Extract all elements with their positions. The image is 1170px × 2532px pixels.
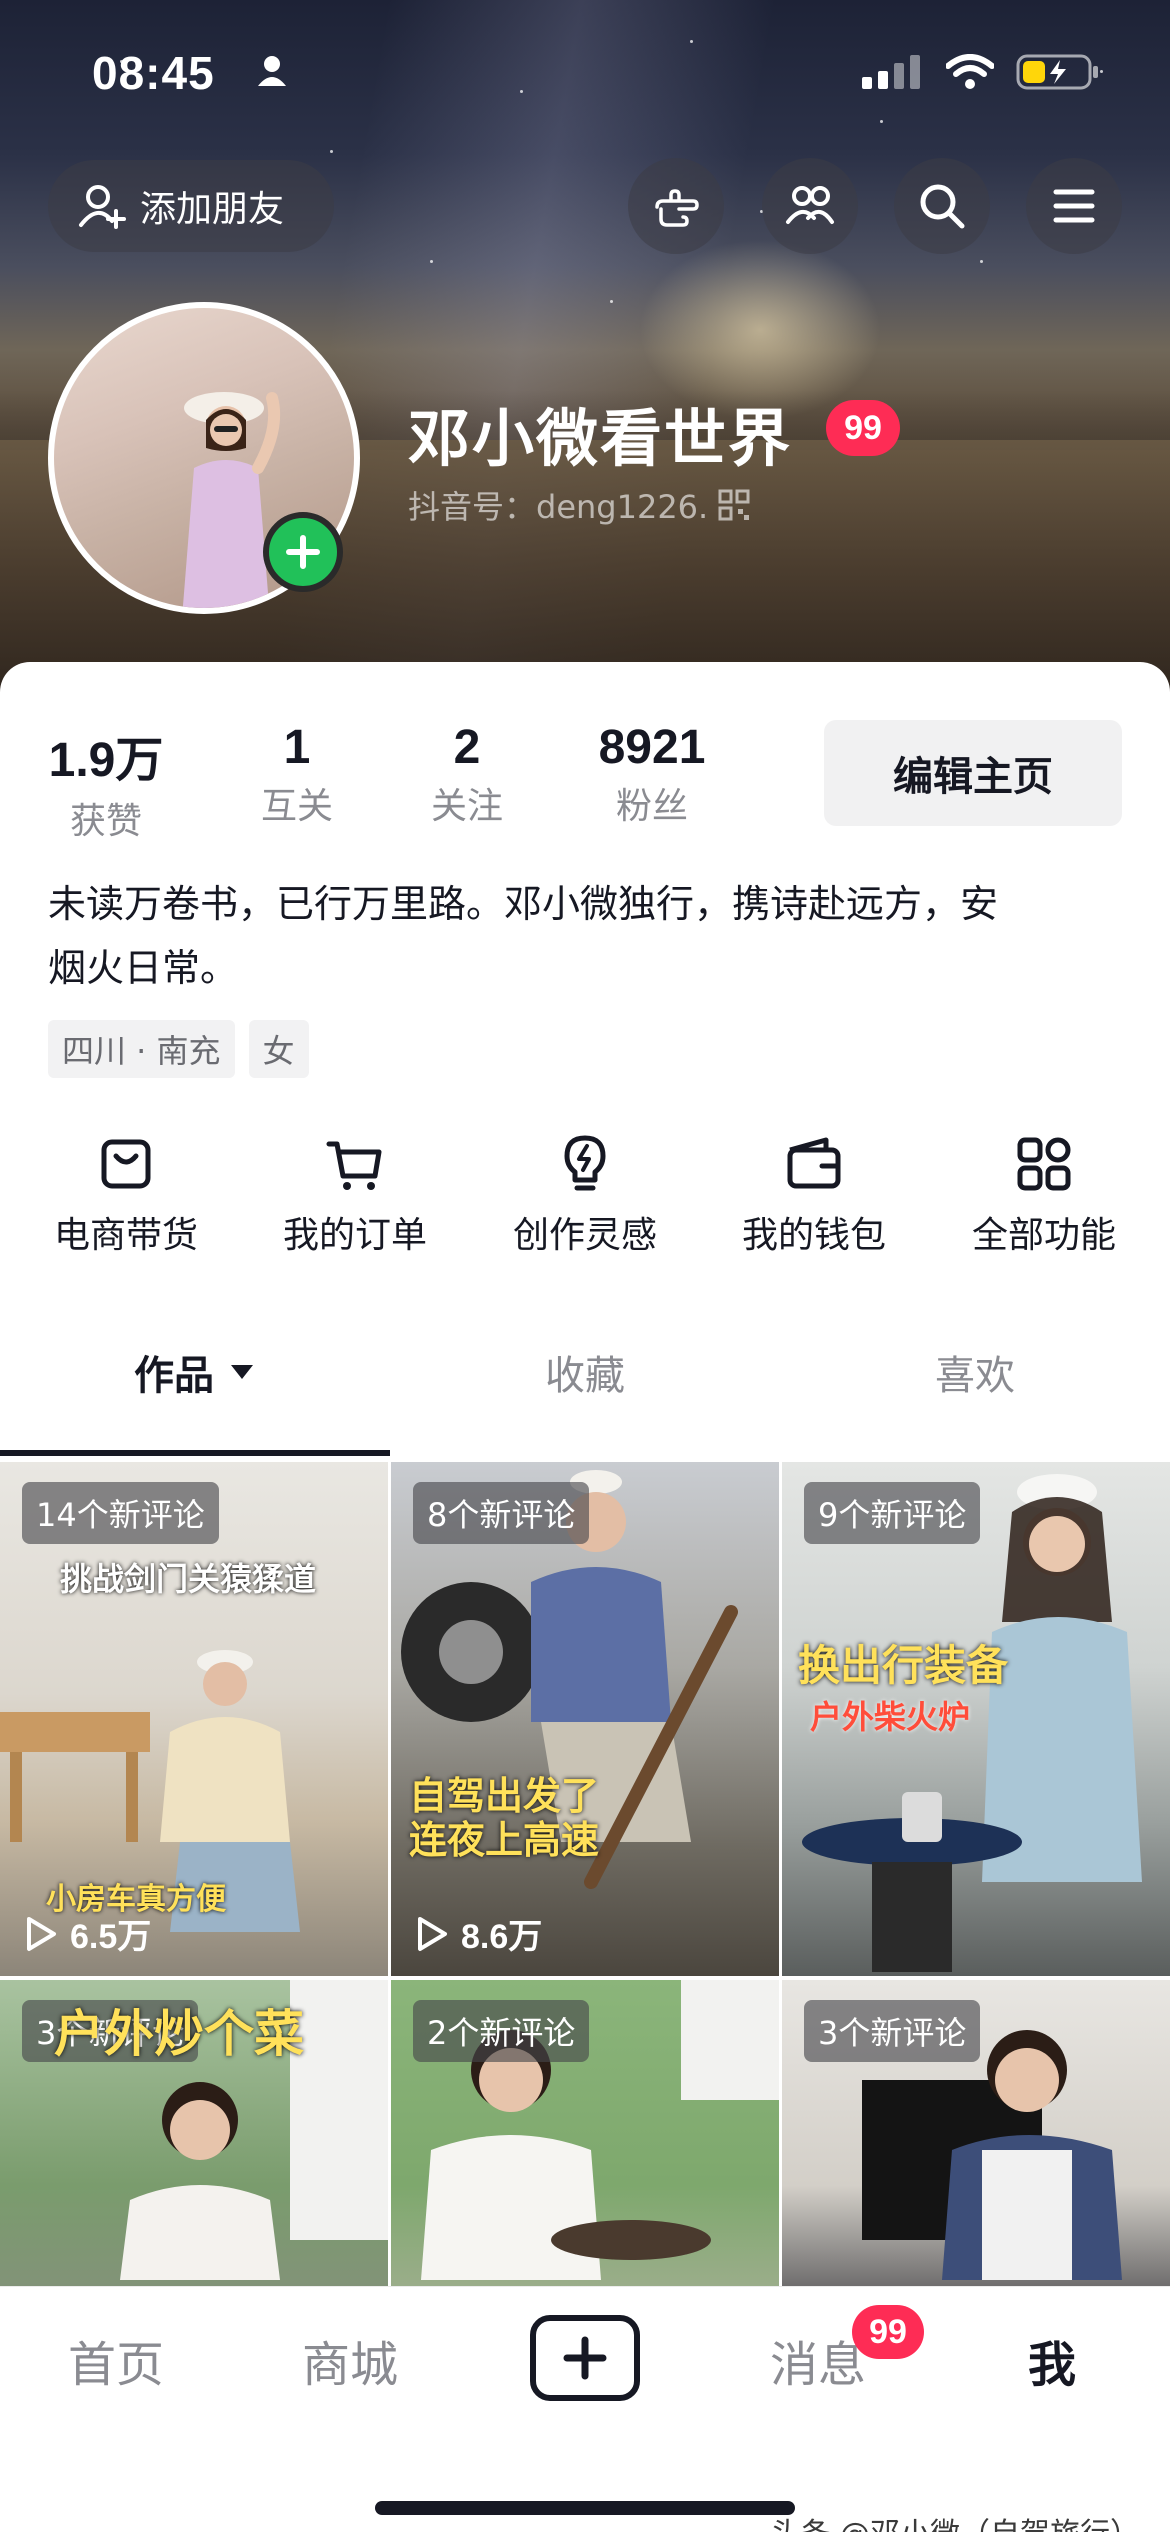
feature-ecommerce[interactable]: 电商带货 (26, 1132, 226, 1258)
plus-icon (286, 535, 320, 569)
stat-label: 粉丝 (615, 786, 688, 827)
search-button[interactable] (894, 158, 990, 254)
stat-value: 8921 (598, 721, 706, 774)
nickname: 邓小微看世界 (408, 402, 793, 475)
location-tag: 四川 · 南充 (48, 1020, 235, 1078)
stat-value: 1.9万 (48, 734, 164, 787)
messages-badge: 99 (852, 2305, 924, 2359)
menu-button[interactable] (1026, 158, 1122, 254)
stat-label: 获赞 (69, 801, 142, 842)
battery-charging-icon (1016, 52, 1100, 97)
tab-works[interactable]: 作品 (0, 1322, 390, 1422)
play-count: 8.6万 (415, 1909, 542, 1958)
douyin-id-text: 抖音号：deng1226. (408, 488, 709, 526)
menu-icon (1053, 189, 1095, 223)
feature-label: 电商带货 (53, 1215, 198, 1256)
nav-me[interactable]: 我 (952, 2325, 1152, 2395)
create-button[interactable] (530, 2315, 640, 2401)
plus-icon (563, 2336, 607, 2380)
bottom-navigation: 首页 商城 消息 99 我 头条 @邓小微（自驾旅行） (0, 2286, 1170, 2532)
new-comments-badge: 3个新评论 (804, 2000, 981, 2062)
feature-label: 全部功能 (971, 1215, 1116, 1256)
douyin-id[interactable]: 抖音号：deng1226. (408, 482, 750, 528)
feature-all[interactable]: 全部功能 (944, 1132, 1144, 1258)
hand-point-button[interactable] (628, 158, 724, 254)
add-friend-button[interactable]: 添加朋友 (48, 160, 334, 252)
video-caption: 自驾出发了 连夜上高速 (409, 1774, 600, 1862)
wifi-icon (945, 54, 995, 95)
stat-mutual[interactable]: 1 互关 (252, 720, 342, 829)
video-thumbnail[interactable]: 9个新评论 换出行装备 户外柴火炉 (782, 1462, 1170, 1976)
video-caption: 挑战剑门关猿猱道 (60, 1560, 317, 1598)
search-icon (920, 184, 965, 229)
bio-line: 未读万卷书，已行万里路。邓小微独行，携诗赴远方，安 (48, 882, 999, 926)
play-icon (418, 1916, 447, 1951)
grid-apps-icon (1017, 1137, 1071, 1191)
play-count: 6.5万 (24, 1909, 151, 1958)
play-icon (27, 1916, 56, 1951)
profile-top-actions: 添加朋友 (0, 158, 1170, 254)
person-icon (255, 54, 289, 93)
tab-favorites[interactable]: 收藏 (390, 1322, 780, 1422)
signal-icon (862, 55, 924, 94)
bulb-icon (564, 1135, 606, 1191)
add-friend-label: 添加朋友 (140, 189, 285, 230)
hand-point-icon (655, 189, 699, 227)
content-tabs: 作品 收藏 喜欢 (0, 1322, 1170, 1422)
feature-label: 我的订单 (282, 1215, 427, 1256)
bio-line: 烟火日常。 (48, 946, 239, 990)
new-comments-badge: 8个新评论 (413, 1482, 590, 1544)
play-count-value: 6.5万 (70, 1918, 152, 1956)
nav-mall[interactable]: 商城 (250, 2325, 450, 2395)
tab-likes[interactable]: 喜欢 (780, 1322, 1170, 1422)
new-comments-badge: 14个新评论 (22, 1482, 219, 1544)
friends-icon (786, 186, 834, 224)
cart-icon (326, 1141, 382, 1190)
qr-code-icon (718, 489, 750, 521)
home-indicator[interactable] (375, 2501, 795, 2515)
stat-value: 2 (453, 721, 481, 774)
stat-label: 互关 (260, 786, 333, 827)
friends-button[interactable] (762, 158, 858, 254)
status-time: 08:45 (92, 47, 215, 99)
new-comments-badge: 2个新评论 (413, 2000, 590, 2062)
caret-down-icon (231, 1365, 253, 1379)
gender-tag: 女 (248, 1020, 309, 1078)
stat-followers[interactable]: 8921 粉丝 (592, 720, 712, 829)
add-avatar-button[interactable] (263, 512, 343, 592)
feature-orders[interactable]: 我的订单 (255, 1132, 455, 1258)
add-user-icon (79, 185, 126, 229)
video-thumbnail[interactable]: 14个新评论 挑战剑门关猿猱道 小房车真方便 6.5万 (0, 1462, 388, 1976)
active-tab-indicator (0, 1450, 390, 1456)
video-thumbnail[interactable]: 8个新评论 自驾出发了 连夜上高速 8.6万 (391, 1462, 779, 1976)
feature-label: 创作灵感 (512, 1215, 657, 1256)
stat-value: 1 (283, 721, 311, 774)
watermark: 头条 @邓小微（自驾旅行） (770, 2509, 1140, 2532)
video-caption: 换出行装备 (798, 1641, 1009, 1690)
notification-badge[interactable]: 99 (826, 400, 900, 456)
edit-profile-button[interactable]: 编辑主页 (824, 720, 1122, 826)
bio: 未读万卷书，已行万里路。邓小微独行，携诗赴远方，安 烟火日常。 (48, 872, 1128, 1000)
video-caption: 户外柴火炉 (810, 1698, 971, 1736)
feature-wallet[interactable]: 我的钱包 (714, 1132, 914, 1258)
stat-likes[interactable]: 1.9万 获赞 (46, 720, 166, 844)
profile-stats: 1.9万 获赞 1 互关 2 关注 8921 粉丝 (46, 720, 746, 842)
nav-home[interactable]: 首页 (16, 2325, 216, 2395)
feature-shortcuts: 电商带货 我的订单 创作灵感 我的钱包 全部功能 (0, 1132, 1170, 1282)
stat-label: 关注 (430, 786, 503, 827)
video-caption: 户外炒个菜 (54, 2005, 304, 2063)
shopping-bag-icon (101, 1139, 151, 1189)
feature-inspiration[interactable]: 创作灵感 (485, 1132, 685, 1258)
profile-tags: 四川 · 南充 女 (48, 1020, 309, 1078)
play-count-value: 8.6万 (461, 1918, 543, 1956)
profile-panel: 1.9万 获赞 1 互关 2 关注 8921 粉丝 编辑主页 未读万卷书，已行万… (0, 662, 1170, 2532)
new-comments-badge: 9个新评论 (804, 1482, 981, 1544)
wallet-icon (787, 1137, 841, 1189)
status-bar: 08:45 (0, 40, 1170, 110)
tab-label: 作品 (134, 1353, 214, 1399)
stat-following[interactable]: 2 关注 (422, 720, 512, 829)
feature-label: 我的钱包 (741, 1215, 886, 1256)
